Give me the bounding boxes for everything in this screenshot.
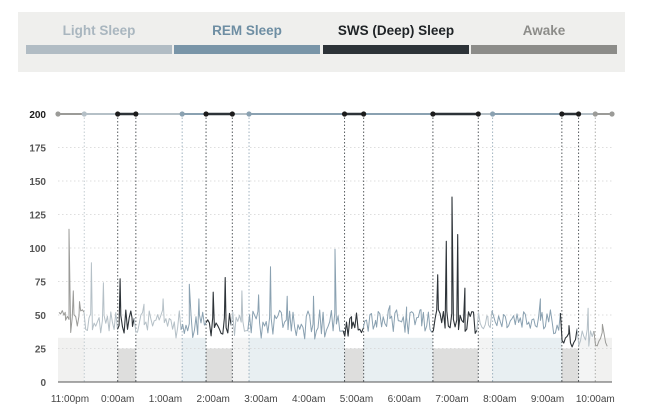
heart-rate-line-light-11 bbox=[476, 310, 493, 331]
heart-rate-line-deep-8 bbox=[342, 312, 364, 337]
heart-rate-line-deep-5 bbox=[205, 276, 232, 337]
stage-band-rem-7 bbox=[249, 337, 345, 382]
stage-transition-marker-1 bbox=[115, 111, 121, 117]
heart-rate-line-light-6 bbox=[230, 290, 248, 336]
y-tick-label-100: 100 bbox=[29, 244, 46, 255]
x-tick-label-10:00am: 10:00am bbox=[576, 394, 615, 405]
heart-rate-line-rem-12 bbox=[491, 298, 561, 335]
stage-band-deep-2 bbox=[117, 348, 136, 382]
stage-band-deep-8 bbox=[344, 348, 364, 382]
stage-transition-marker-9 bbox=[430, 111, 436, 117]
y-tick-label-150: 150 bbox=[29, 177, 46, 188]
x-tick-label-6:00am: 6:00am bbox=[388, 394, 421, 405]
stage-transition-marker-14 bbox=[592, 111, 598, 117]
heart-rate-line-rem-4 bbox=[180, 283, 207, 338]
x-tick-label-2:00am: 2:00am bbox=[197, 394, 230, 405]
y-tick-label-200: 200 bbox=[29, 110, 46, 121]
stage-band-deep-5 bbox=[206, 348, 233, 382]
y-tick-label-25: 25 bbox=[35, 345, 47, 356]
x-tick-label-3:00am: 3:00am bbox=[244, 394, 277, 405]
y-tick-label-125: 125 bbox=[29, 211, 46, 222]
stage-band-light-11 bbox=[478, 337, 493, 382]
y-tick-label-50: 50 bbox=[35, 311, 47, 322]
stage-transition-marker-11 bbox=[490, 111, 496, 117]
x-tick-label-11:00pm: 11:00pm bbox=[51, 394, 89, 405]
stage-transition-marker-8 bbox=[361, 111, 367, 117]
stage-band-light-6 bbox=[232, 337, 250, 382]
heart-rate-line-light-1 bbox=[83, 262, 118, 334]
sleep-heart-rate-chart: 0 25 50 75 100 125 150 175 200 11:00pm 0:00am 1:00a… bbox=[29, 110, 615, 405]
heart-rate-line-deep-13 bbox=[559, 313, 578, 348]
stage-band-deep-13 bbox=[561, 348, 579, 382]
x-tick-label-1:00am: 1:00am bbox=[149, 394, 182, 405]
x-tick-label-5:00am: 5:00am bbox=[340, 394, 373, 405]
y-tick-label-0: 0 bbox=[40, 378, 46, 389]
stage-band-deep-10 bbox=[432, 348, 479, 382]
stage-band-awake-0 bbox=[58, 337, 85, 382]
stage-transition-marker-6 bbox=[246, 111, 252, 117]
stage-transition-marker-7 bbox=[341, 111, 348, 117]
heart-rate-line-rem-9 bbox=[362, 305, 433, 335]
stage-transition-marker-13 bbox=[575, 111, 582, 117]
y-tick-label-75: 75 bbox=[35, 278, 47, 289]
heart-rate-line-deep-2 bbox=[116, 278, 135, 334]
stage-transition-marker-10 bbox=[475, 111, 481, 117]
heart-rate-line-rem-7 bbox=[247, 248, 344, 340]
hypnogram-start-marker bbox=[55, 111, 61, 117]
stage-transition-marker-3 bbox=[179, 111, 185, 117]
stage-band-rem-4 bbox=[182, 337, 207, 382]
stage-band-rem-12 bbox=[492, 337, 562, 382]
stage-transition-marker-4 bbox=[203, 111, 209, 117]
x-tick-label-8:00am: 8:00am bbox=[483, 394, 516, 405]
x-tick-label-0:00am: 0:00am bbox=[101, 394, 134, 405]
stage-transition-marker-5 bbox=[229, 111, 235, 117]
x-tick-label-4:00am: 4:00am bbox=[292, 394, 325, 405]
stage-band-light-14 bbox=[578, 337, 596, 382]
x-tick-label-7:00am: 7:00am bbox=[435, 394, 468, 405]
stage-band-light-1 bbox=[84, 337, 118, 382]
heart-rate-line-awake-0 bbox=[58, 228, 85, 333]
heart-rate-line-deep-10 bbox=[431, 196, 478, 334]
stage-transition-marker-12 bbox=[559, 111, 565, 117]
heart-rate-line-light-3 bbox=[133, 298, 182, 339]
stage-transition-marker-0 bbox=[81, 111, 87, 117]
stage-band-rem-9 bbox=[363, 337, 433, 382]
hypnogram-end-marker bbox=[609, 111, 615, 117]
y-tick-label-175: 175 bbox=[29, 144, 46, 155]
x-tick-label-9:00am: 9:00am bbox=[531, 394, 564, 405]
stage-band-light-3 bbox=[135, 337, 183, 382]
stage-transition-marker-2 bbox=[133, 111, 139, 117]
